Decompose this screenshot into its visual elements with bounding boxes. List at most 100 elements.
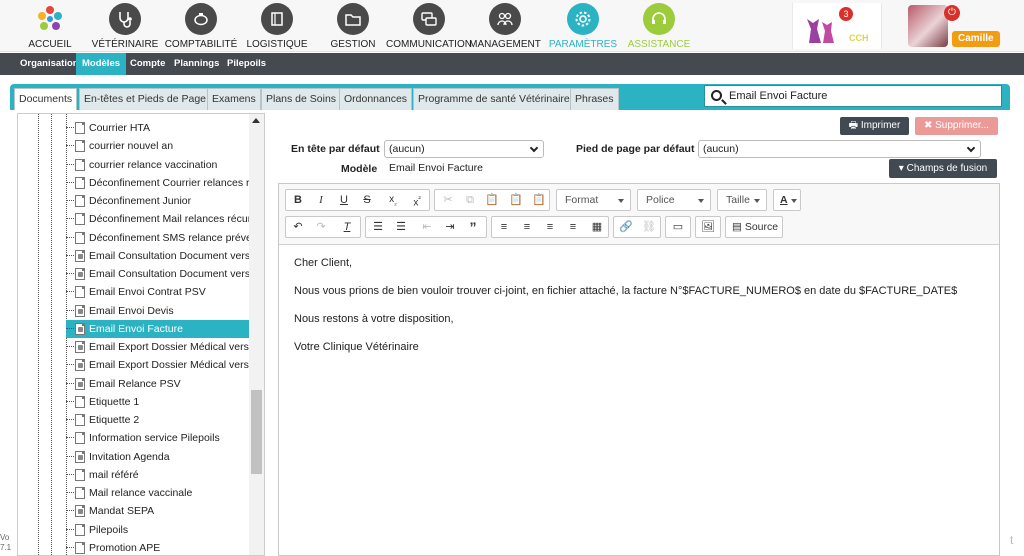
size-select[interactable]: Taille xyxy=(717,189,767,211)
editor-content[interactable]: Cher Client, Nous vous prions de bien vo… xyxy=(294,256,984,368)
tree-item[interactable]: Email Consultation Document vers Proprié… xyxy=(66,247,249,265)
avatar[interactable] xyxy=(908,5,948,47)
bold-icon[interactable]: B xyxy=(287,190,309,210)
font-select[interactable]: Police xyxy=(637,189,711,211)
align-right-icon[interactable]: ≡ xyxy=(539,217,561,237)
outdent-icon[interactable]: ⇤ xyxy=(416,217,438,237)
caret-down-icon: ▾ xyxy=(898,163,907,174)
header-default-select[interactable]: (aucun) xyxy=(384,140,544,158)
tree-item[interactable]: courrier relance vaccination xyxy=(66,156,249,174)
user-name-badge[interactable]: Camille xyxy=(952,31,1000,47)
tab-examens[interactable]: Examens xyxy=(207,88,261,110)
scroll-up-arrow-icon[interactable] xyxy=(252,118,260,123)
tree-item[interactable]: Email Consultation Document vers Vétérin… xyxy=(66,265,249,283)
tree-item[interactable]: Email Envoi Contrat PSV xyxy=(66,283,249,301)
table-icon[interactable]: ▦ xyxy=(586,217,608,237)
tree-item[interactable]: Déconfinement Courrier relances récurren… xyxy=(66,174,249,192)
remove-format-icon[interactable]: T xyxy=(336,217,358,237)
subnav-pilepoils[interactable]: Pilepoils xyxy=(221,53,272,75)
tree-item-label: Déconfinement Mail relances récurrentes xyxy=(89,213,249,226)
notification-badge[interactable]: 3 xyxy=(839,7,853,21)
tree-item-label: Email Envoi Facture xyxy=(89,322,183,335)
nav-assistance[interactable]: ASSISTANCE xyxy=(614,3,704,50)
strikethrough-icon[interactable]: S xyxy=(356,190,378,210)
subnav-modeles[interactable]: Modèles xyxy=(76,53,127,75)
print-button[interactable]: 🖶 Imprimer xyxy=(840,117,909,135)
tab-phrases[interactable]: Phrases xyxy=(570,88,619,110)
tab-entetes-pieds[interactable]: En-têtes et Pieds de Page xyxy=(79,88,211,110)
locked-document-icon xyxy=(75,304,85,317)
tree-item[interactable]: Email Relance PSV xyxy=(66,375,249,393)
tab-documents[interactable]: Documents xyxy=(14,88,78,110)
tree-item[interactable]: Email Envoi Devis xyxy=(66,302,249,320)
nav-management[interactable]: MANAGEMENT xyxy=(460,3,550,50)
top-navigation: ACCUEIL VÉTÉRINAIRE COMPTABILITÉ LOGISTI… xyxy=(0,0,1024,52)
delete-button[interactable]: ✖ Supprimer... xyxy=(915,117,998,135)
source-button[interactable]: ▤ Source xyxy=(725,216,783,238)
justify-icon[interactable]: ≡ xyxy=(562,217,584,237)
document-icon xyxy=(75,468,85,481)
power-icon[interactable]: ⏻ xyxy=(944,5,960,21)
scroll-thumb[interactable] xyxy=(251,390,262,474)
subnav-organisation[interactable]: Organisation xyxy=(14,53,85,75)
tree-item[interactable]: Pilepoils xyxy=(66,521,249,539)
blockquote-icon[interactable]: ” xyxy=(462,217,484,237)
footer-default-select[interactable]: (aucun) xyxy=(698,140,981,158)
undo-icon[interactable]: ↶ xyxy=(287,217,309,237)
tree-item-label: Courrier HTA xyxy=(89,122,151,134)
tree-item[interactable]: Etiquette 2 xyxy=(66,411,249,429)
tree-item[interactable]: Email Export Dossier Médical vers Propri… xyxy=(66,338,249,356)
text-color-select[interactable]: A xyxy=(773,189,801,211)
tree-item[interactable]: courrier nouvel an xyxy=(66,137,249,155)
tree-scrollbar[interactable] xyxy=(249,114,264,555)
align-center-icon[interactable]: ≡ xyxy=(516,217,538,237)
superscript-icon[interactable]: x² xyxy=(406,190,428,210)
tree-item[interactable]: Courrier HTA xyxy=(66,119,249,137)
italic-icon[interactable]: I xyxy=(310,190,332,210)
tree-item[interactable]: Email Export Dossier Médical vers Vétéri… xyxy=(66,356,249,374)
sub-navigation: Organisation Modèles Compte Plannings Pi… xyxy=(0,53,1024,75)
tree-item[interactable]: Information service Pilepoils xyxy=(66,429,249,447)
tree-item[interactable]: Déconfinement Junior xyxy=(66,192,249,210)
clinic-selector[interactable]: 3 CCH xyxy=(792,3,882,49)
copy-icon[interactable]: ⧉ xyxy=(459,190,481,210)
cut-icon[interactable]: ✂ xyxy=(437,190,459,210)
folder-icon xyxy=(337,3,369,35)
image-icon[interactable]: 🖼 xyxy=(697,217,719,237)
tree-item[interactable]: Mandat SEPA xyxy=(66,502,249,520)
subscript-icon[interactable]: x₂ xyxy=(382,190,404,210)
paste-word-icon[interactable]: 📋 xyxy=(528,190,550,210)
tree-item[interactable]: Déconfinement SMS relance prévention xyxy=(66,229,249,247)
tree-guide-line xyxy=(51,114,52,555)
document-icon xyxy=(75,122,85,134)
tree-item[interactable]: Déconfinement Mail relances récurrentes xyxy=(66,210,249,228)
paste-text-icon[interactable]: 📋 xyxy=(505,190,527,210)
search-input[interactable] xyxy=(729,88,997,104)
tree-item[interactable]: Email Envoi Facture xyxy=(66,319,249,338)
tree-item[interactable]: Invitation Agenda xyxy=(66,448,249,466)
tree-item[interactable]: Mail relance vaccinale xyxy=(66,484,249,502)
subnav-compte[interactable]: Compte xyxy=(124,53,171,75)
underline-icon[interactable]: U xyxy=(333,190,355,210)
numbered-list-icon[interactable]: ☰ xyxy=(367,217,389,237)
merge-fields-button[interactable]: ▾ Champs de fusion xyxy=(889,159,997,178)
indent-icon[interactable]: ⇥ xyxy=(439,217,461,237)
search-box[interactable] xyxy=(704,85,1002,107)
align-group: ≡ ≡ ≡ ≡ ▦ xyxy=(491,216,609,238)
user-menu[interactable]: ⏻ Camille xyxy=(904,3,1000,49)
bullet-list-icon[interactable]: ☰ xyxy=(390,217,412,237)
subnav-plannings[interactable]: Plannings xyxy=(168,53,225,75)
tab-programme-sante[interactable]: Programme de santé Vétérinaire xyxy=(413,88,575,110)
tab-plans-de-soins[interactable]: Plans de Soins xyxy=(261,88,342,110)
tree-item[interactable]: Etiquette 1 xyxy=(66,393,249,411)
unlink-icon[interactable]: ⛓ xyxy=(638,217,660,237)
link-icon[interactable]: 🔗 xyxy=(615,217,637,237)
tab-ordonnances[interactable]: Ordonnances xyxy=(339,88,413,110)
format-select[interactable]: Format xyxy=(556,189,631,211)
horizontal-rule-icon[interactable]: ▭ xyxy=(667,217,689,237)
paste-icon[interactable]: 📋 xyxy=(481,190,503,210)
redo-icon[interactable]: ↷ xyxy=(310,217,332,237)
tree-item[interactable]: mail référé xyxy=(66,466,249,484)
align-left-icon[interactable]: ≡ xyxy=(493,217,515,237)
tree-item[interactable]: Promotion APE xyxy=(66,539,249,555)
